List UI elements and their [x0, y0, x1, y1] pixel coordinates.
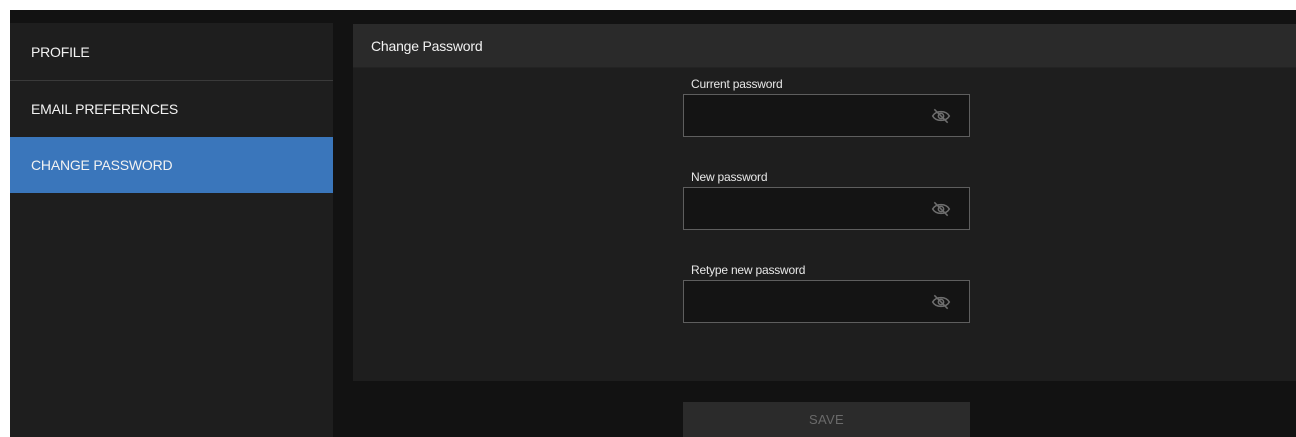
retype-password-label: Retype new password — [691, 263, 806, 277]
new-password-label: New password — [691, 170, 768, 184]
panel-header: Change Password — [353, 24, 1296, 68]
retype-password-field — [683, 280, 970, 324]
page-title: Change Password — [371, 37, 483, 54]
eye-slash-icon[interactable] — [931, 200, 951, 218]
sidebar-item-change-password[interactable]: CHANGE PASSWORD — [10, 137, 333, 193]
sidebar-item-label: CHANGE PASSWORD — [31, 157, 173, 173]
change-password-panel: Change Password Current password New pas… — [353, 24, 1296, 381]
eye-slash-icon[interactable] — [931, 107, 951, 125]
save-button[interactable]: SAVE — [683, 402, 970, 437]
settings-sidebar: PROFILE EMAIL PREFERENCES CHANGE PASSWOR… — [10, 23, 333, 437]
current-password-label: Current password — [691, 77, 783, 91]
save-button-label: SAVE — [809, 412, 844, 427]
current-password-field — [683, 94, 970, 138]
current-password-input[interactable] — [684, 95, 936, 138]
new-password-field — [683, 187, 970, 231]
sidebar-item-email-preferences[interactable]: EMAIL PREFERENCES — [10, 81, 333, 137]
sidebar-item-label: PROFILE — [31, 43, 90, 60]
sidebar-item-profile[interactable]: PROFILE — [10, 23, 333, 81]
new-password-input[interactable] — [684, 188, 936, 231]
sidebar-item-label: EMAIL PREFERENCES — [31, 101, 179, 117]
retype-password-input[interactable] — [684, 281, 936, 324]
eye-slash-icon[interactable] — [931, 293, 951, 311]
app-window: PROFILE EMAIL PREFERENCES CHANGE PASSWOR… — [10, 10, 1296, 437]
